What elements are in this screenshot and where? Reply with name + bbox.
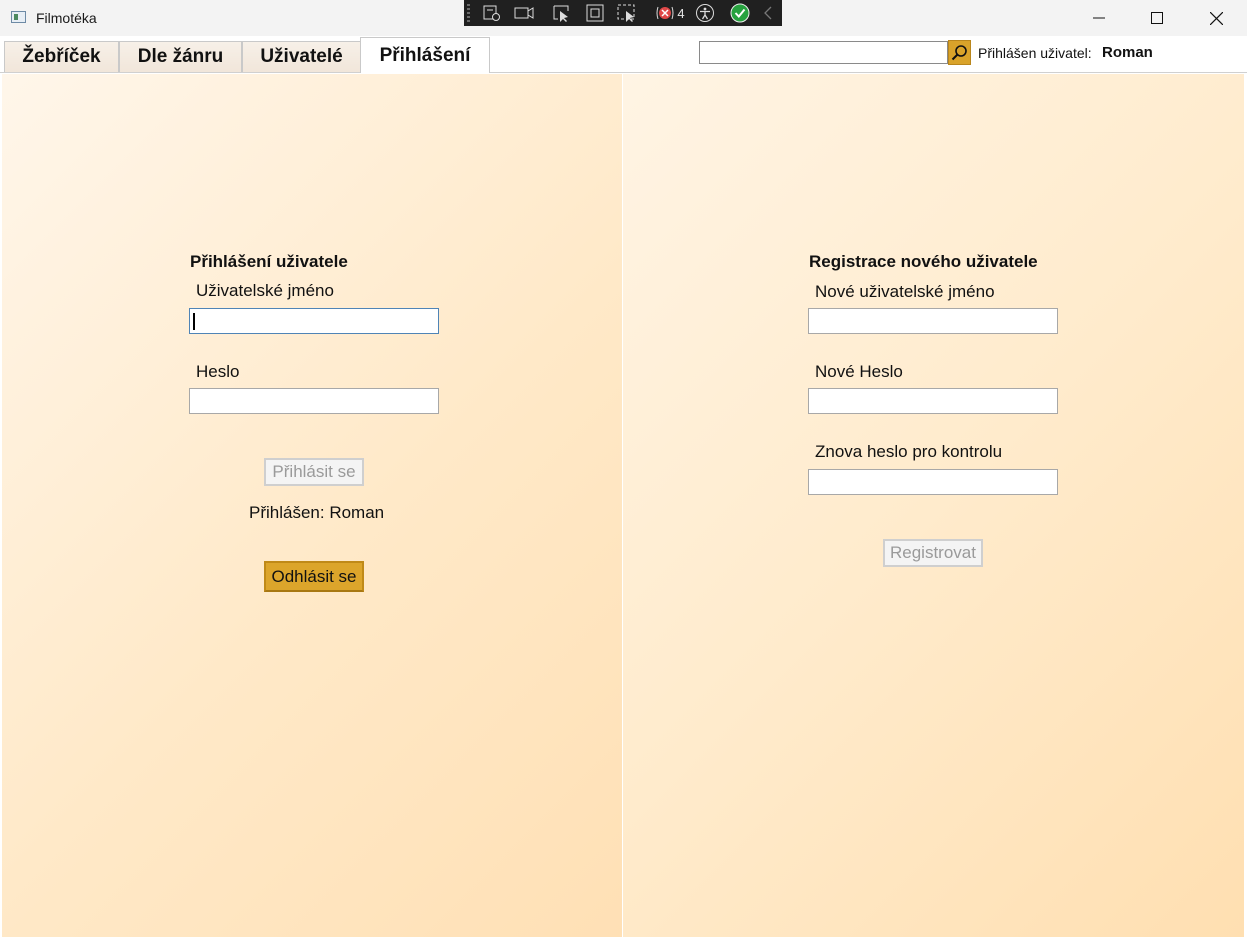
tab-dle-zanru[interactable]: Dle žánru [119, 41, 242, 72]
confirm-password-field[interactable] [808, 469, 1058, 495]
register-title: Registrace nového uživatele [809, 252, 1038, 271]
binding-failures-count: 4 [677, 5, 685, 21]
toolbar-grip[interactable] [467, 4, 470, 22]
chevron-left-icon[interactable] [760, 3, 776, 23]
password-field[interactable] [189, 388, 439, 414]
tab-zebricek[interactable]: Žebříček [4, 41, 119, 72]
login-status: Přihlášen: Roman [249, 503, 385, 522]
camera-icon[interactable] [512, 3, 536, 23]
accessibility-icon[interactable] [693, 3, 717, 23]
close-icon [1209, 11, 1223, 25]
minimize-icon [1093, 17, 1105, 19]
maximize-icon [1151, 12, 1163, 24]
confirm-password-label: Znova heslo pro kontrolu [815, 442, 1003, 461]
binding-failures-button[interactable]: 4 [652, 3, 688, 23]
check-icon[interactable] [728, 3, 752, 23]
debug-toolbar: 4 [464, 0, 782, 26]
login-title: Přihlášení uživatele [190, 252, 348, 271]
maximize-button[interactable] [1128, 0, 1186, 36]
logged-user-name: Roman [1102, 44, 1153, 61]
search-icon [951, 45, 967, 61]
logout-button[interactable]: Odhlásit se [264, 561, 364, 592]
new-username-field[interactable] [808, 308, 1058, 334]
new-password-label: Nové Heslo [815, 362, 903, 381]
tab-uzivatele[interactable]: Uživatelé [242, 41, 361, 72]
close-button[interactable] [1187, 0, 1245, 36]
tab-prihlaseni[interactable]: Přihlášení [360, 37, 490, 73]
minimize-button[interactable] [1070, 0, 1128, 36]
app-window-icon [11, 11, 26, 23]
binding-failures-icon [656, 6, 674, 20]
login-button[interactable]: Přihlásit se [264, 458, 364, 486]
window-title: Filmotéka [36, 10, 97, 26]
register-pane [623, 74, 1244, 937]
new-username-label: Nové uživatelské jméno [815, 282, 995, 301]
username-field[interactable] [189, 308, 439, 334]
select-element-icon[interactable] [550, 3, 574, 23]
username-label: Uživatelské jméno [196, 281, 334, 300]
text-caret [193, 313, 195, 330]
search-button[interactable] [948, 40, 971, 65]
search-input[interactable] [699, 41, 948, 64]
logged-user-label: Přihlášen uživatel: [978, 45, 1092, 61]
register-button[interactable]: Registrovat [883, 539, 983, 567]
password-label: Heslo [196, 362, 240, 381]
display-layout-adorners-icon[interactable] [583, 3, 607, 23]
new-password-field[interactable] [808, 388, 1058, 414]
track-focus-icon[interactable] [615, 3, 639, 23]
live-visual-tree-icon[interactable] [480, 3, 504, 23]
